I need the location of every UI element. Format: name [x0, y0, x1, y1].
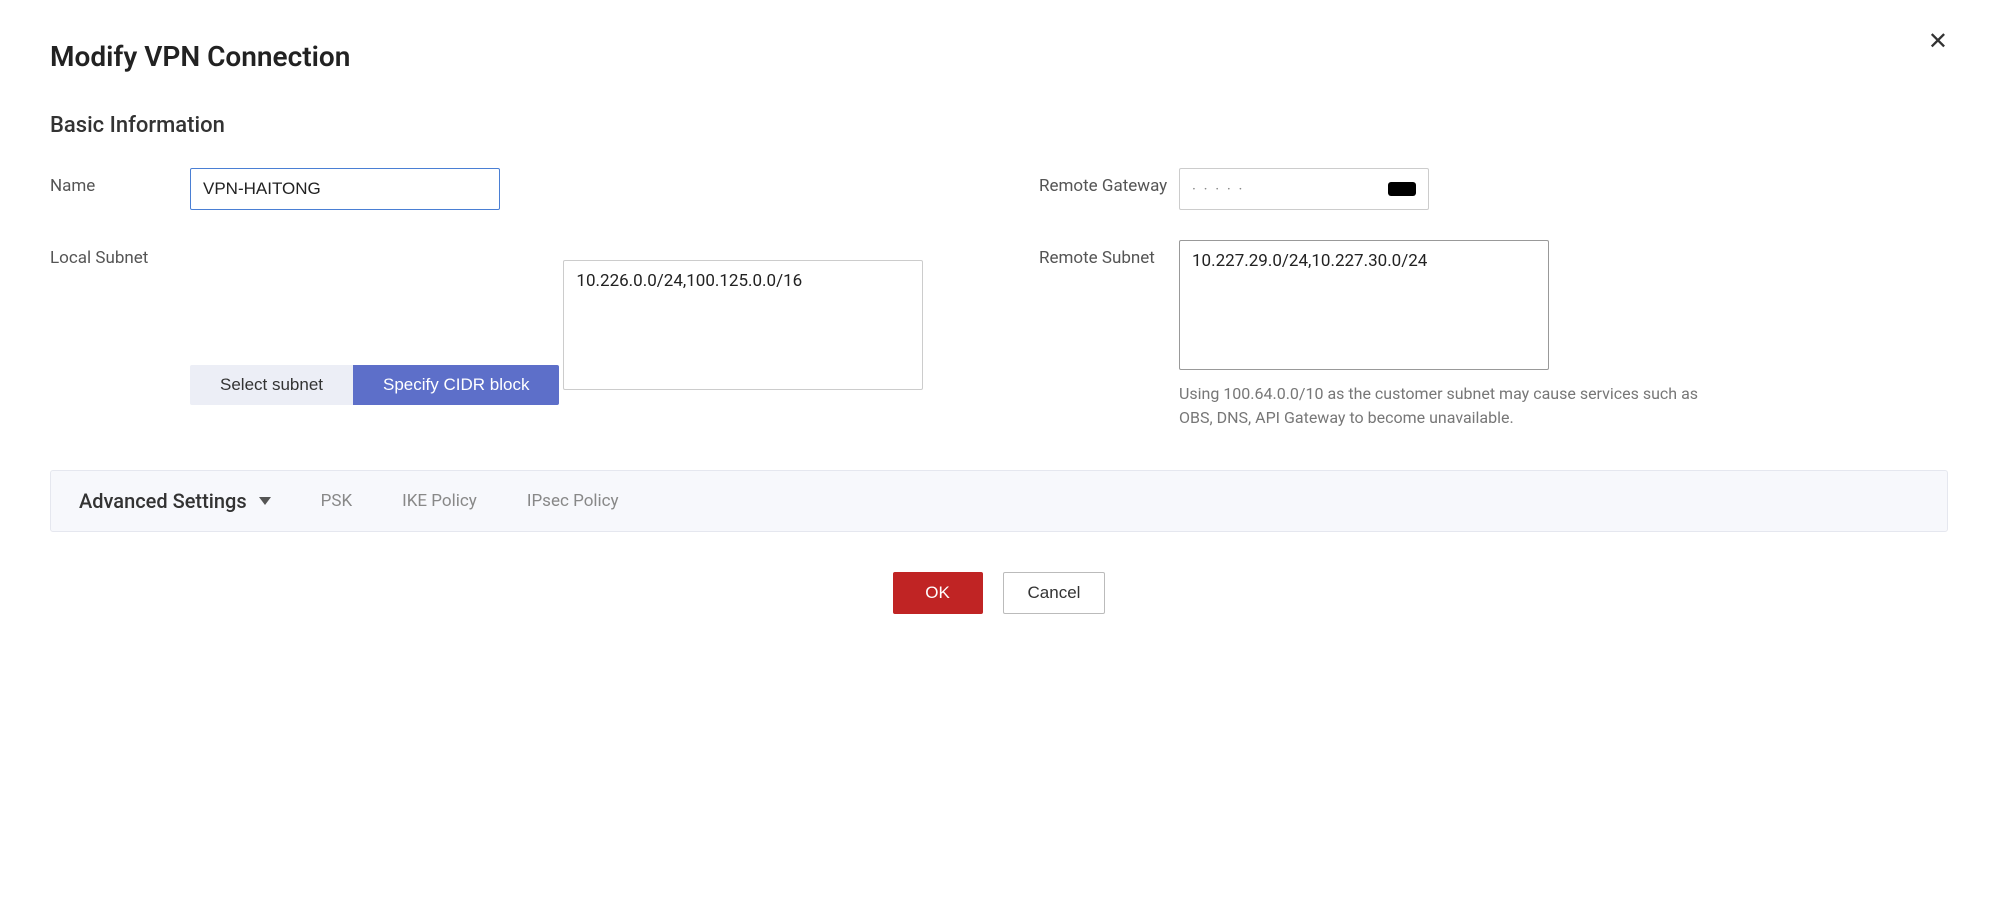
local-subnet-label: Local Subnet	[50, 240, 190, 268]
redacted-icon	[1388, 182, 1416, 196]
advanced-settings-bar: Advanced Settings PSK IKE Policy IPsec P…	[50, 470, 1948, 532]
button-row: OK Cancel	[50, 572, 1948, 614]
remote-gateway-row: Remote Gateway · · · · ·	[1039, 168, 1948, 210]
specify-cidr-button[interactable]: Specify CIDR block	[353, 365, 559, 405]
advanced-ike: IKE Policy	[402, 491, 477, 511]
remote-gateway-label: Remote Gateway	[1039, 168, 1179, 196]
chevron-down-icon	[259, 497, 271, 505]
advanced-psk: PSK	[321, 491, 353, 511]
remote-subnet-helper: Using 100.64.0.0/10 as the customer subn…	[1179, 382, 1719, 430]
advanced-ipsec: IPsec Policy	[527, 491, 619, 511]
remote-gateway-input[interactable]: · · · · ·	[1179, 168, 1429, 210]
remote-gateway-masked: · · · · ·	[1192, 180, 1388, 198]
name-label: Name	[50, 168, 190, 196]
local-subnet-toggle: Select subnet Specify CIDR block	[190, 365, 559, 405]
remote-subnet-textarea[interactable]	[1179, 240, 1549, 370]
select-subnet-button[interactable]: Select subnet	[190, 365, 353, 405]
advanced-settings-toggle[interactable]: Advanced Settings	[79, 489, 271, 513]
local-subnet-textarea[interactable]	[563, 260, 923, 390]
close-button[interactable]: ✕	[1928, 30, 1948, 54]
section-title: Basic Information	[50, 113, 1948, 138]
local-subnet-row: Local Subnet Select subnet Specify CIDR …	[50, 240, 959, 430]
cancel-button[interactable]: Cancel	[1003, 572, 1106, 614]
name-input[interactable]	[190, 168, 500, 210]
advanced-settings-label: Advanced Settings	[79, 489, 247, 513]
remote-subnet-row: Remote Subnet Using 100.64.0.0/10 as the…	[1039, 240, 1948, 430]
dialog-title: Modify VPN Connection	[50, 40, 1948, 73]
name-row: Name	[50, 168, 959, 210]
remote-subnet-label: Remote Subnet	[1039, 240, 1179, 268]
close-icon: ✕	[1928, 28, 1948, 55]
ok-button[interactable]: OK	[893, 572, 983, 614]
